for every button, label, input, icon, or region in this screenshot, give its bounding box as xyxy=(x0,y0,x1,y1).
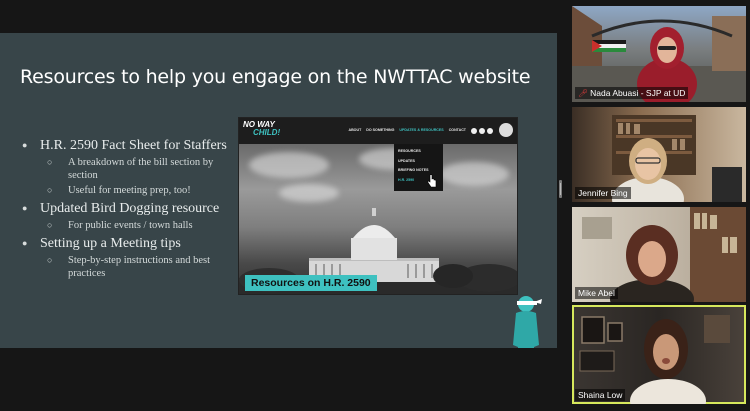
resources-banner: Resources on H.R. 2590 xyxy=(245,275,377,291)
participant-tile[interactable]: Mike Abel xyxy=(572,207,746,302)
nav-about[interactable]: ABOUT xyxy=(348,128,361,134)
social-icons[interactable] xyxy=(471,128,493,134)
bullet-item: Setting up a Meeting tips xyxy=(22,235,242,252)
site-badge-icon xyxy=(499,123,513,137)
hand-pointer-icon xyxy=(427,174,437,188)
twitter-icon[interactable] xyxy=(479,128,485,134)
no-way-to-treat-a-child-logo: NO WAY CHILD! xyxy=(243,120,281,137)
sub-bullet-item: For public events / town halls xyxy=(22,219,242,232)
nav-contact[interactable]: CONTACT xyxy=(449,128,466,134)
blindfolded-child-figure-icon xyxy=(513,296,542,348)
dropdown-item-resources[interactable]: RESOURCES xyxy=(398,147,439,157)
participant-name: Shaina Low xyxy=(575,389,626,401)
participant-tile[interactable]: 🎤︎ Nada Abuasi - SJP at UD xyxy=(572,6,746,102)
shared-slide: Resources to help you engage on the NWTT… xyxy=(0,33,557,348)
bullet-item: Updated Bird Dogging resource xyxy=(22,200,242,217)
capitol-hero-image xyxy=(239,144,517,294)
dropdown-item-updates[interactable]: UPDATES xyxy=(398,157,439,167)
facebook-icon[interactable] xyxy=(471,128,477,134)
nav-do-something[interactable]: DO SOMETHING xyxy=(366,128,394,134)
slide-title: Resources to help you engage on the NWTT… xyxy=(20,66,531,88)
participant-name: 🎤︎ Nada Abuasi - SJP at UD xyxy=(575,87,689,99)
participant-tile[interactable]: Jennifer Bing xyxy=(572,107,746,202)
sub-bullet-item: A breakdown of the bill section by secti… xyxy=(22,156,242,182)
panel-resize-handle[interactable] xyxy=(559,180,562,198)
nav-updates-resources[interactable]: UPDATES & RESOURCES xyxy=(399,128,443,134)
youtube-icon[interactable] xyxy=(487,128,493,134)
bullet-list: H.R. 2590 Fact Sheet for Staffers A brea… xyxy=(22,137,242,280)
participant-name: Jennifer Bing xyxy=(575,187,631,199)
sub-bullet-item: Step-by-step instructions and best pract… xyxy=(22,254,242,280)
muted-mic-icon: 🎤︎ xyxy=(578,89,589,98)
website-nav-bar: NO WAY CHILD! ABOUT DO SOMETHING UPDATES… xyxy=(239,118,517,144)
website-screenshot: NO WAY CHILD! ABOUT DO SOMETHING UPDATES… xyxy=(238,117,518,295)
sub-bullet-item: Useful for meeting prep, too! xyxy=(22,184,242,197)
participant-tile-active-speaker[interactable]: Shaina Low xyxy=(572,305,746,404)
participant-name: Mike Abel xyxy=(575,287,618,299)
bullet-item: H.R. 2590 Fact Sheet for Staffers xyxy=(22,137,242,154)
